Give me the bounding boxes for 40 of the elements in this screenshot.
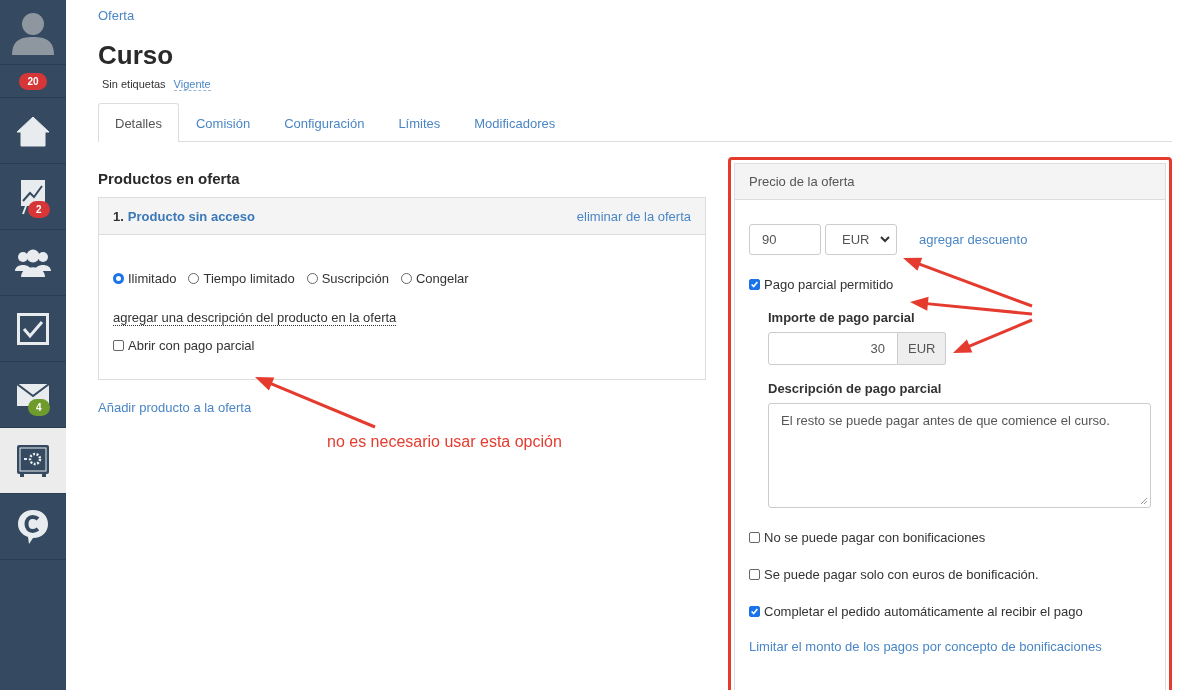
radio-option[interactable]: Ilimitado — [113, 271, 177, 286]
section-heading: Productos en oferta — [98, 170, 241, 187]
field-label: Importe de pago parcial — [768, 310, 916, 325]
checkbox-option[interactable]: Completar el pedido automáticamente al recibir el pago — [749, 604, 1151, 619]
amount-field[interactable]: 30 — [768, 332, 898, 365]
checkbox-option[interactable]: Abrir con pago parcial — [113, 338, 691, 353]
currency-addon: EUR — [898, 332, 947, 365]
product-number: 1. — [113, 208, 124, 224]
price-field[interactable]: 90 — [749, 224, 821, 255]
description-textarea[interactable]: El resto se puede pagar antes de que comience el curso. — [768, 403, 1151, 508]
remove-link[interactable]: eliminar de la oferta — [576, 208, 691, 224]
sidebar-item[interactable]: 2 — [0, 164, 66, 230]
currency-select[interactable]: EUR — [825, 224, 897, 255]
radio-option[interactable]: Tiempo limitado — [188, 271, 295, 286]
radio-option[interactable]: Congelar — [400, 271, 469, 286]
checkbox-option[interactable]: Se puede pagar solo con euros de bonificación. — [749, 567, 1151, 582]
tab[interactable]: Comisión — [178, 103, 268, 142]
tags-label: Sin etiquetas — [102, 78, 166, 91]
tab[interactable]: Detalles — [98, 103, 179, 142]
tab[interactable]: Configuración — [267, 103, 382, 142]
field-label: Descripción de pago parcial — [768, 381, 943, 396]
count-badge: 4 — [28, 399, 50, 416]
checkbox-option[interactable]: Pago parcial permitido — [749, 277, 1151, 292]
annotation-text: no es necesario usar esta opción — [327, 433, 563, 451]
tab[interactable]: Modificadores — [457, 103, 573, 142]
count-badge: 2 — [28, 201, 50, 218]
breadcrumb-link[interactable]: Oferta — [98, 8, 135, 23]
checkbox-option[interactable]: No se puede pagar con bonificaciones — [749, 530, 1151, 545]
add-product-link[interactable]: Añadir producto a la oferta — [98, 400, 252, 415]
limit-link[interactable]: Limitar el monto de los pagos por concepto de bonificaciones — [749, 639, 1102, 654]
notification-counter[interactable]: 20 — [0, 65, 66, 98]
count-badge: 20 — [19, 72, 47, 90]
panel-header: Precio de la oferta — [735, 164, 1165, 200]
page-title: Curso — [98, 40, 175, 70]
tab[interactable]: Límites — [381, 103, 458, 142]
discount-link[interactable]: agregar descuento — [919, 232, 1028, 247]
status-link[interactable]: Vigente — [173, 78, 211, 91]
radio-option[interactable]: Suscripción — [306, 271, 389, 286]
product-link[interactable]: Producto sin acceso — [127, 208, 255, 224]
description-link[interactable]: agregar una descripción del producto en la oferta — [113, 310, 397, 326]
